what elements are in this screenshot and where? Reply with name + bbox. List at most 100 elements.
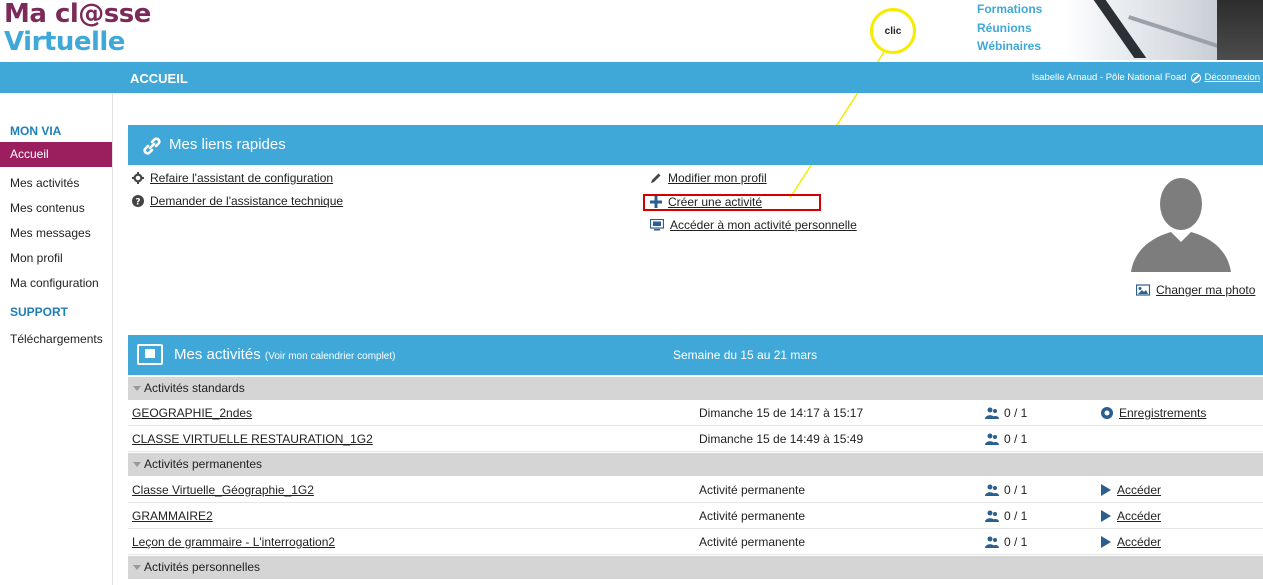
users-icon	[985, 433, 999, 445]
calendar-link[interactable]: (Voir mon calendrier complet)	[265, 351, 396, 362]
sidebar-section-support: SUPPORT	[10, 305, 69, 319]
participants-count: 0 / 1	[985, 535, 1027, 549]
collapse-triangle-icon	[133, 462, 141, 468]
sidebar-item-telechargements[interactable]: Téléchargements	[0, 327, 112, 352]
table-row: Leçon de grammaire - L'interrogation2 Ac…	[128, 529, 1263, 555]
quick-links-header: Mes liens rapides	[128, 125, 1263, 165]
table-row: Classe Virtuelle_Géographie_1G2 Activité…	[128, 477, 1263, 503]
clic-annotation: clic	[870, 8, 916, 54]
activity-name-link[interactable]: Leçon de grammaire - L'interrogation2	[132, 535, 335, 549]
play-icon	[1101, 484, 1111, 496]
activities-title-text: Mes activités	[174, 346, 261, 363]
week-label: Semaine du 15 au 21 mars	[673, 348, 818, 362]
change-photo-label: Changer ma photo	[1156, 283, 1256, 297]
activity-when: Activité permanente	[699, 509, 806, 523]
edit-profile-label: Modifier mon profil	[668, 171, 767, 185]
recordings-link[interactable]: Enregistrements	[1101, 406, 1206, 420]
personal-activity-link[interactable]: Accéder à mon activité personnelle	[650, 218, 857, 232]
users-icon	[985, 510, 999, 522]
change-photo-link[interactable]: Changer ma photo	[1136, 283, 1255, 297]
access-label: Accéder	[1117, 509, 1162, 523]
sidebar-item-mes-activites[interactable]: Mes activités	[0, 171, 112, 196]
participants-count: 0 / 1	[985, 406, 1027, 420]
logout-icon	[1190, 72, 1201, 83]
access-link[interactable]: Accéder	[1101, 509, 1161, 523]
participants-value: 0 / 1	[1004, 535, 1028, 549]
svg-text:?: ?	[135, 198, 140, 208]
config-assistant-label: Refaire l'assistant de configuration	[150, 171, 334, 185]
access-label: Accéder	[1117, 483, 1162, 497]
presentation-icon	[137, 344, 163, 365]
collapse-triangle-icon	[133, 565, 141, 571]
edit-profile-link[interactable]: Modifier mon profil	[650, 171, 767, 185]
table-row: GEOGRAPHIE_2ndes Dimanche 15 de 14:17 à …	[128, 400, 1263, 426]
user-info: Isabelle Arnaud - Pôle National Foad Déc…	[1032, 72, 1260, 83]
activities-title: Mes activités (Voir mon calendrier compl…	[174, 346, 395, 363]
sidebar-section-mon-via: MON VIA	[10, 124, 62, 138]
participants-value: 0 / 1	[1004, 483, 1028, 497]
quick-links-title: Mes liens rapides	[169, 136, 286, 153]
recordings-label: Enregistrements	[1119, 406, 1207, 420]
users-icon	[985, 484, 999, 496]
config-assistant-link[interactable]: Refaire l'assistant de configuration	[132, 171, 333, 185]
play-icon	[1101, 510, 1111, 522]
avatar	[1131, 178, 1231, 272]
tech-assistance-link[interactable]: ? Demander de l'assistance technique	[132, 194, 343, 208]
group-standards-label: Activités standards	[144, 381, 245, 395]
access-link[interactable]: Accéder	[1101, 483, 1161, 497]
logo-line-1: Ma cl@sse	[4, 0, 151, 29]
sidebar-item-mes-messages[interactable]: Mes messages	[0, 221, 112, 246]
top-nav-bar: ACCUEIL Isabelle Arnaud - Pôle National …	[0, 62, 1263, 93]
participants-count: 0 / 1	[985, 509, 1027, 523]
play-icon	[1101, 536, 1111, 548]
tech-assistance-label: Demander de l'assistance technique	[150, 194, 344, 208]
activity-when: Dimanche 15 de 14:17 à 15:17	[699, 406, 864, 420]
user-name: Isabelle Arnaud - Pôle National Foad	[1031, 72, 1187, 83]
page-title: ACCUEIL	[130, 71, 188, 86]
users-icon	[985, 536, 999, 548]
image-icon	[1136, 284, 1150, 296]
link-icon	[143, 137, 161, 155]
logo-line-2: Virtuelle	[4, 27, 125, 57]
activity-name-link[interactable]: GRAMMAIRE2	[132, 509, 213, 523]
activity-name-link[interactable]: Classe Virtuelle_Géographie_1G2	[132, 483, 314, 497]
group-permanentes[interactable]: Activités permanentes	[128, 453, 1263, 476]
header-banner: Formations Réunions Wébinaires	[970, 0, 1263, 60]
personal-activity-label: Accéder à mon activité personnelle	[670, 218, 857, 232]
logout-link[interactable]: Déconnexion	[1205, 72, 1260, 83]
group-permanentes-label: Activités permanentes	[144, 457, 263, 471]
clic-annotation-label: clic	[884, 25, 902, 37]
banner-link-webinaires[interactable]: Wébinaires	[977, 37, 1042, 56]
participants-count: 0 / 1	[985, 432, 1027, 446]
activity-when: Activité permanente	[699, 483, 806, 497]
banner-link-formations[interactable]: Formations	[977, 0, 1042, 19]
collapse-triangle-icon	[133, 386, 141, 392]
question-icon: ?	[132, 195, 144, 207]
monitor-icon	[650, 219, 664, 231]
gear-icon	[132, 172, 144, 184]
group-personnelles-label: Activités personnelles	[144, 560, 261, 574]
table-row: CLASSE VIRTUELLE RESTAURATION_1G2 Dimanc…	[128, 426, 1263, 452]
activity-when: Dimanche 15 de 14:49 à 15:49	[699, 432, 864, 446]
banner-photo	[1066, 0, 1263, 60]
group-standards[interactable]: Activités standards	[128, 377, 1263, 400]
participants-value: 0 / 1	[1004, 509, 1028, 523]
access-link[interactable]: Accéder	[1101, 535, 1161, 549]
recording-icon	[1101, 407, 1113, 419]
sidebar-item-accueil[interactable]: Accueil	[0, 142, 112, 167]
activity-when: Activité permanente	[699, 535, 806, 549]
participants-count: 0 / 1	[985, 483, 1027, 497]
sidebar-item-mes-contenus[interactable]: Mes contenus	[0, 196, 112, 221]
banner-links: Formations Réunions Wébinaires	[977, 0, 1042, 56]
sidebar: MON VIA Accueil Mes activités Mes conten…	[0, 93, 113, 585]
banner-link-reunions[interactable]: Réunions	[977, 19, 1042, 38]
sidebar-item-ma-configuration[interactable]: Ma configuration	[0, 271, 112, 296]
activities-header: Mes activités (Voir mon calendrier compl…	[128, 335, 1263, 375]
sidebar-item-mon-profil[interactable]: Mon profil	[0, 246, 112, 271]
logo: Ma cl@sse Virtuelle	[4, 0, 151, 56]
activity-name-link[interactable]: GEOGRAPHIE_2ndes	[132, 406, 252, 420]
highlight-box	[643, 194, 821, 211]
activity-name-link[interactable]: CLASSE VIRTUELLE RESTAURATION_1G2	[132, 432, 373, 446]
group-personnelles[interactable]: Activités personnelles	[128, 556, 1263, 579]
participants-value: 0 / 1	[1004, 406, 1028, 420]
